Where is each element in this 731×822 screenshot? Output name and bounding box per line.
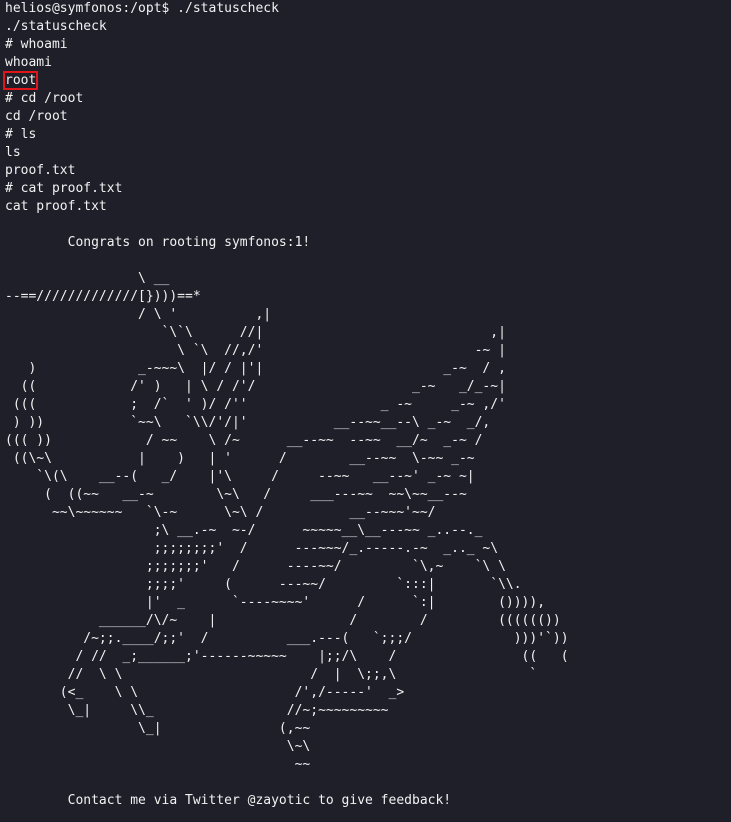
highlighted-root-output: root — [2, 71, 39, 90]
terminal-line-output-root: root — [2, 71, 731, 90]
terminal-window[interactable]: helios@symfonos:/opt$ ./statuscheck ./st… — [0, 0, 731, 822]
terminal-line-output: proof.txt — [5, 163, 76, 178]
terminal-line-command: # whoami — [5, 37, 68, 52]
terminal-line-echo: ls — [5, 145, 21, 160]
congrats-message: Congrats on rooting symfonos:1! — [5, 235, 311, 250]
terminal-line-echo: cd /root — [5, 109, 68, 124]
terminal-line-echo: cat proof.txt — [5, 199, 107, 214]
terminal-line-command: # ls — [5, 127, 37, 142]
terminal-line-command: # cd /root — [5, 91, 84, 106]
terminal-line-echo: ./statuscheck — [5, 19, 107, 34]
contact-message: Contact me via Twitter @zayotic to give … — [5, 793, 452, 808]
terminal-line-command: # cat proof.txt — [5, 181, 123, 196]
terminal-line-prompt-command: helios@symfonos:/opt$ ./statuscheck — [5, 1, 279, 16]
ascii-art-griffin: \ __ --==/////////////[})))==* / \ ' ,| … — [5, 271, 569, 772]
terminal-line-echo: whoami — [5, 55, 52, 70]
